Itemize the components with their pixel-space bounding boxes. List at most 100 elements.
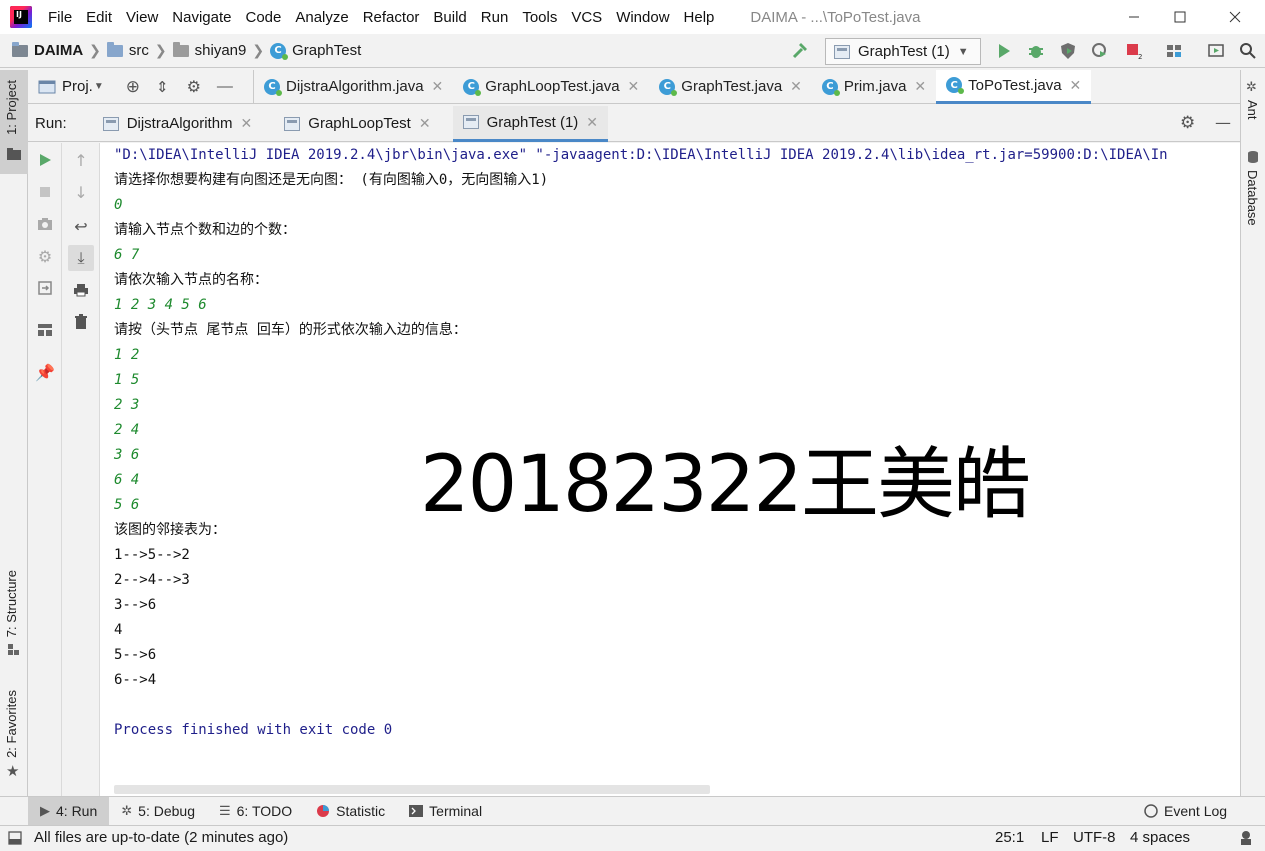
event-log-icon (1144, 804, 1158, 818)
file-encoding[interactable]: UTF-8 (1073, 829, 1116, 846)
editor-tab-prim[interactable]: C Prim.java ✕ (812, 70, 936, 104)
rerun-button[interactable] (32, 147, 58, 173)
hide-panel-icon[interactable]: — (217, 78, 233, 96)
run-tab-graphtest[interactable]: GraphTest (1) ✕ (452, 105, 609, 142)
scroll-up-button[interactable]: ↑ (68, 147, 94, 173)
menu-help[interactable]: Help (684, 9, 715, 26)
menu-run[interactable]: Run (481, 9, 509, 26)
close-tab-icon[interactable]: ✕ (432, 78, 444, 95)
menu-refactor[interactable]: Refactor (363, 9, 420, 26)
close-window-button[interactable] (1212, 0, 1258, 34)
menu-file[interactable]: File (48, 9, 72, 26)
maximize-button[interactable] (1157, 0, 1203, 34)
locate-target-icon[interactable]: ⊕ (126, 77, 140, 97)
pin-icon: 📌 (35, 362, 55, 382)
horizontal-scrollbar[interactable] (114, 785, 710, 794)
breadcrumb-class[interactable]: C GraphTest (270, 42, 361, 60)
bottom-tab-debug[interactable]: ✲ 5: Debug (109, 797, 207, 826)
chevron-down-icon[interactable]: ▼ (94, 81, 104, 92)
settings-button[interactable]: ⚙ (32, 243, 58, 269)
run-with-coverage-button[interactable] (1057, 40, 1079, 62)
print-button[interactable] (68, 277, 94, 303)
menu-tools[interactable]: Tools (522, 9, 557, 26)
inspector-icon[interactable] (1238, 830, 1254, 846)
java-class-icon: C (463, 78, 482, 96)
stop-button[interactable] (32, 179, 58, 205)
close-tab-icon[interactable]: ✕ (419, 115, 431, 132)
run-icon (999, 44, 1010, 58)
structure-tool-label: 7: Structure (4, 570, 19, 638)
editor-tab-graphloop[interactable]: C GraphLoopTest.java ✕ (453, 70, 649, 104)
editor-tab-graphtest[interactable]: C GraphTest.java ✕ (649, 70, 812, 104)
hide-panel-icon[interactable]: — (1215, 113, 1231, 132)
close-tab-icon[interactable]: ✕ (586, 114, 598, 131)
console-output[interactable]: "D:\IDEA\IntelliJ IDEA 2019.2.4\jbr\bin\… (100, 143, 1240, 796)
menu-edit[interactable]: Edit (86, 9, 112, 26)
search-everywhere-button[interactable] (1237, 40, 1259, 62)
bottom-tab-label: 6: TODO (236, 803, 293, 819)
close-tab-icon[interactable]: ✕ (241, 115, 253, 132)
line-separator[interactable]: LF (1041, 829, 1059, 846)
menu-view[interactable]: View (126, 9, 158, 26)
run-tab-dijstra[interactable]: DijstraAlgorithm ✕ (93, 106, 263, 142)
bottom-tab-terminal[interactable]: Terminal (397, 797, 494, 826)
pin-tab-button[interactable]: 📌 (32, 359, 58, 385)
editor-tab-topotest[interactable]: C ToPoTest.java ✕ (936, 69, 1092, 104)
run-configuration-select[interactable]: GraphTest (1) ▼ (825, 38, 981, 65)
close-tab-icon[interactable]: ✕ (790, 78, 802, 95)
toggle-tool-windows-icon[interactable] (8, 831, 22, 845)
menu-code[interactable]: Code (245, 9, 281, 26)
exit-button[interactable] (32, 275, 58, 301)
clear-all-button[interactable] (68, 309, 94, 335)
breadcrumb-project[interactable]: DAIMA (12, 41, 83, 59)
cursor-position[interactable]: 25:1 (995, 829, 1024, 846)
menu-vcs[interactable]: VCS (571, 9, 602, 26)
project-view-label[interactable]: Proj. (62, 78, 93, 95)
indent-setting[interactable]: 4 spaces (1130, 829, 1190, 846)
structure-tool-tab[interactable]: 7: Structure (0, 564, 28, 664)
favorites-tool-tab[interactable]: 2: Favorites ★ (0, 684, 28, 784)
minimize-button[interactable] (1111, 0, 1157, 34)
profile-button[interactable] (1089, 40, 1111, 62)
event-log-tab[interactable]: Event Log (1132, 797, 1239, 826)
console-line: 请选择你想要构建有向图还是无向图： (有向图输入0，无向图输入1) (114, 172, 549, 188)
console-line: 1-->5-->2 (114, 547, 190, 563)
gear-icon[interactable]: ⚙ (187, 77, 201, 97)
scroll-down-button[interactable]: ↓ (68, 179, 94, 205)
breadcrumb-src[interactable]: src (106, 41, 149, 59)
close-tab-icon[interactable]: ✕ (628, 78, 640, 95)
dump-threads-button[interactable] (32, 211, 58, 237)
close-tab-icon[interactable]: ✕ (914, 78, 926, 95)
stop-button[interactable]: 2 (1123, 40, 1145, 62)
left-tool-strip: 1: Project 7: Structure 2: Favorites ★ (0, 70, 28, 796)
run-button[interactable] (993, 40, 1015, 62)
project-structure-button[interactable] (1163, 40, 1185, 62)
breadcrumb-label: src (128, 42, 149, 59)
editor-tab-dijstra[interactable]: C DijstraAlgorithm.java ✕ (254, 70, 453, 104)
scroll-to-end-button[interactable]: ⤓ (68, 245, 94, 271)
menu-build[interactable]: Build (433, 9, 466, 26)
menu-analyze[interactable]: Analyze (295, 9, 348, 26)
collapse-all-icon[interactable]: ⇕ (156, 78, 169, 96)
project-tool-tab[interactable]: 1: Project (0, 70, 28, 174)
ant-tool-tab[interactable]: ✲ Ant (1241, 78, 1265, 128)
run-tab-graphloop[interactable]: GraphLoopTest ✕ (274, 106, 440, 142)
presentation-button[interactable] (1205, 40, 1227, 62)
run-tab-label: GraphTest (1) (486, 113, 579, 131)
database-tool-tab[interactable]: Database (1241, 148, 1265, 238)
soft-wrap-button[interactable]: ↩ (68, 213, 94, 239)
build-hammer-button[interactable] (789, 40, 811, 62)
bottom-tab-run[interactable]: ▶ 4: Run (28, 796, 110, 826)
bottom-tab-statistic[interactable]: Statistic (304, 797, 397, 826)
menu-window[interactable]: Window (616, 9, 669, 26)
bottom-tab-todo[interactable]: ☰ 6: TODO (207, 797, 304, 826)
console-line: 6 4 (114, 472, 140, 488)
layout-button[interactable] (32, 317, 58, 343)
debug-button[interactable] (1025, 40, 1047, 62)
right-tool-strip: ✲ Ant Database (1240, 70, 1265, 796)
gear-icon[interactable]: ⚙ (1180, 113, 1195, 133)
ant-tool-label: Ant (1245, 100, 1260, 120)
menu-navigate[interactable]: Navigate (172, 9, 231, 26)
breadcrumb-package[interactable]: shiyan9 (172, 41, 246, 59)
close-tab-icon[interactable]: ✕ (1070, 77, 1082, 94)
